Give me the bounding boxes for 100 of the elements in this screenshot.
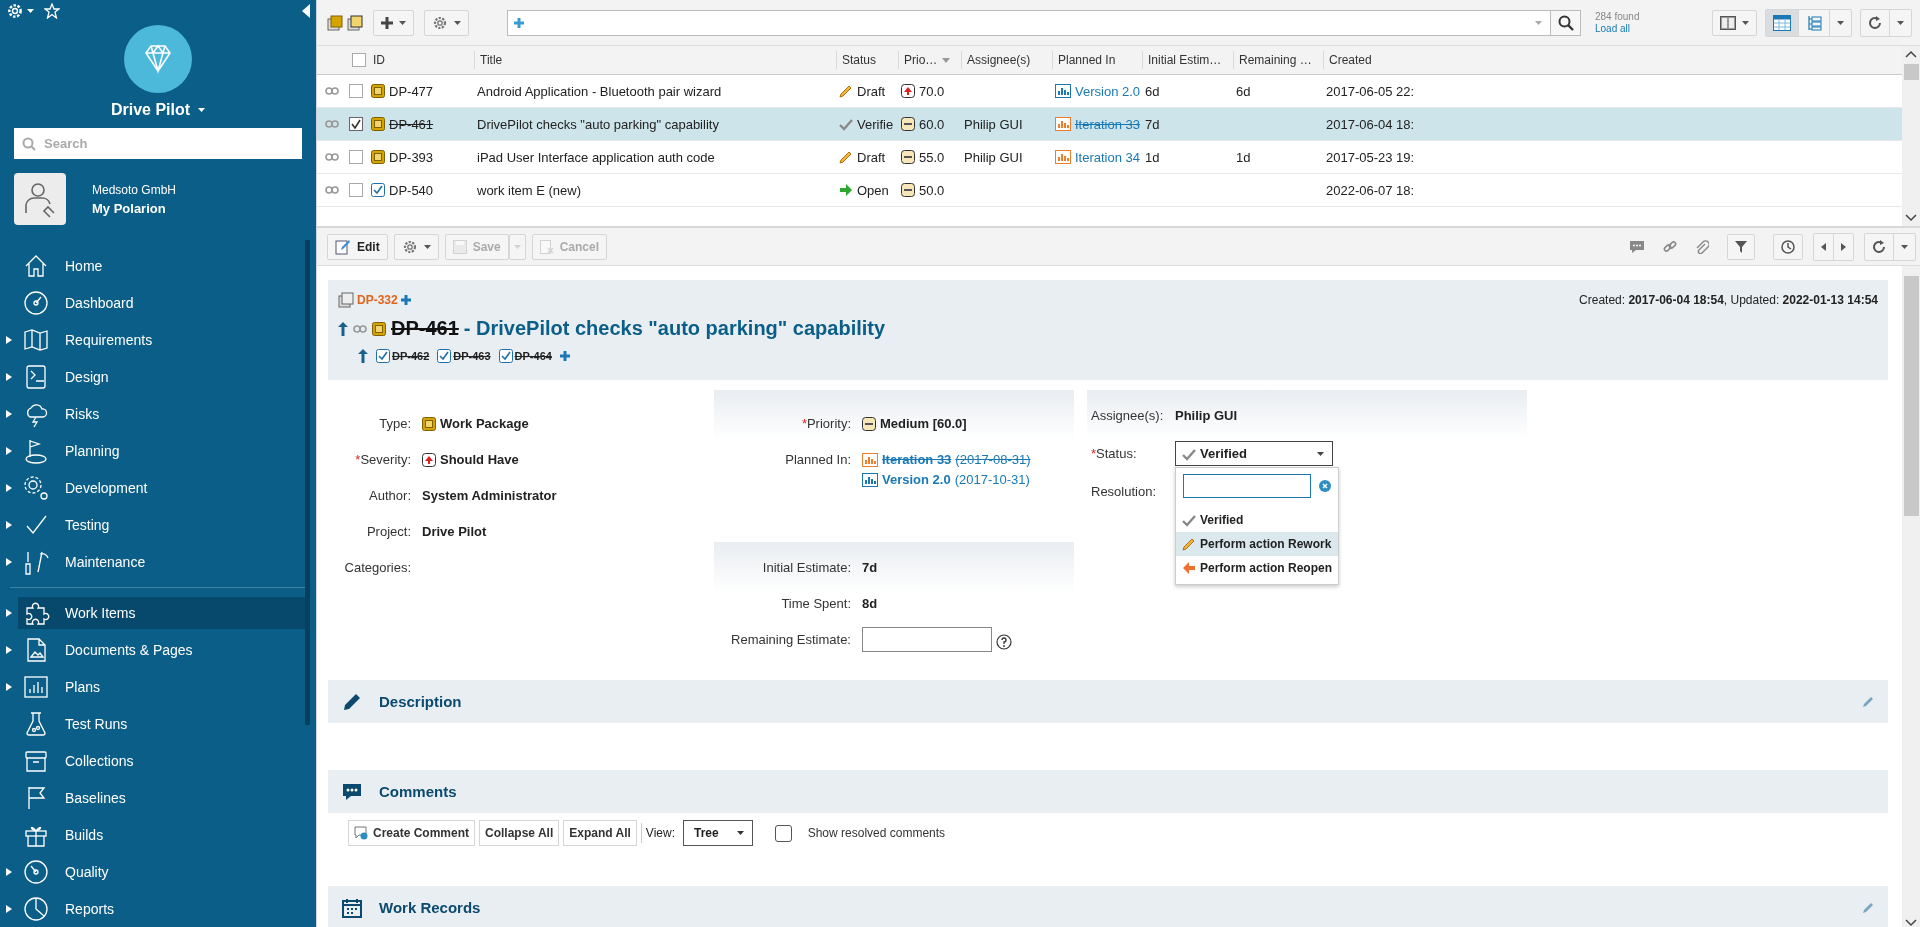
paperclip-icon[interactable] <box>1695 239 1709 254</box>
item-title[interactable]: DrivePilot checks "auto parking" capability <box>477 116 719 132</box>
item-title[interactable]: Android Application - Bluetooth pair wizard <box>477 83 722 99</box>
checkbox[interactable] <box>352 53 366 67</box>
link-icon[interactable] <box>325 86 339 96</box>
expand-icon[interactable] <box>6 372 12 381</box>
plan-link[interactable]: Iteration 34 <box>1075 149 1141 165</box>
section-header[interactable]: Work Records <box>328 886 1888 927</box>
scrollbar-thumb[interactable] <box>1903 64 1919 80</box>
nav-item[interactable]: Design <box>18 360 305 393</box>
item-id[interactable]: DP-393 <box>389 149 434 165</box>
search-field[interactable]: Search <box>14 128 302 159</box>
status-dropdown[interactable]: Verified <box>1175 441 1333 466</box>
settings-button[interactable] <box>393 233 439 260</box>
layout-button[interactable] <box>1712 9 1757 36</box>
item-id[interactable]: DP-461 <box>389 116 434 132</box>
section-header[interactable]: Description <box>328 680 1888 723</box>
table-row[interactable]: DP-461 DrivePilot checks "auto parking" capability Verifie 60.0 Philip GUI Iteration 33 7d 2017-06-04 18: <box>317 108 1902 141</box>
scroll-up-icon[interactable] <box>1905 50 1917 58</box>
scroll-down-icon[interactable] <box>1905 214 1917 222</box>
view-dropdown[interactable]: Tree <box>683 820 753 846</box>
add-icon[interactable] <box>559 351 570 361</box>
checkbox[interactable] <box>349 84 363 98</box>
column-header[interactable]: ID <box>368 51 474 69</box>
expand-icon[interactable] <box>6 608 12 617</box>
scrollbar[interactable] <box>305 240 310 725</box>
add-icon[interactable] <box>400 295 411 305</box>
plan-link[interactable]: Iteration 33 <box>882 452 952 467</box>
nav-item[interactable]: Home <box>18 249 305 282</box>
item-id[interactable]: DP-477 <box>389 83 434 99</box>
item-id[interactable]: DP-540 <box>389 182 434 198</box>
clear-icon[interactable] <box>1319 480 1331 492</box>
table-row[interactable]: DP-393 iPad User Interface application auth code Draft 55.0 Philip GUI Iteration 34 1d 1d 2017-05-23 19: <box>317 141 1902 174</box>
dropdown-option[interactable]: Verified <box>1176 508 1338 532</box>
column-header[interactable]: Planned In <box>1052 51 1142 69</box>
avatar-icon[interactable] <box>14 173 66 225</box>
nav-item[interactable]: Builds <box>18 818 305 851</box>
expand-icon[interactable] <box>6 682 12 691</box>
column-header[interactable]: Initial Estim… <box>1142 51 1233 69</box>
checkbox[interactable] <box>349 117 363 131</box>
plan-link[interactable]: Version 2.0 <box>1075 83 1141 99</box>
toolbar-button[interactable]: Create Comment <box>348 820 476 846</box>
column-header[interactable]: Prio… <box>898 51 961 69</box>
expand-icon[interactable] <box>6 867 12 876</box>
project-switcher[interactable]: Drive Pilot <box>110 101 206 119</box>
scrollbar[interactable] <box>1902 46 1920 226</box>
expand-icon[interactable] <box>6 335 12 344</box>
checkbox[interactable] <box>774 824 792 842</box>
table-row[interactable]: DP-540 work item E (new) Open 50.0 2022-06-07 18: <box>317 174 1902 207</box>
link-icon[interactable] <box>325 152 339 162</box>
star-icon[interactable] <box>44 2 60 19</box>
checkbox[interactable] <box>349 150 363 164</box>
up-arrow-icon[interactable] <box>338 321 348 336</box>
item-title[interactable]: iPad User Interface application auth code <box>477 149 715 165</box>
link-icon[interactable] <box>325 185 339 195</box>
comment-icon[interactable] <box>1629 239 1645 254</box>
document-stack-icon[interactable] <box>327 14 343 31</box>
plan-link[interactable]: Iteration 33 <box>1075 116 1141 132</box>
filter-field[interactable] <box>1183 474 1311 498</box>
nav-item[interactable]: Collections <box>18 744 305 777</box>
nav-item[interactable]: Quality <box>18 855 305 888</box>
toolbar-button[interactable]: Collapse All <box>479 820 560 846</box>
nav-item[interactable]: Dashboard <box>18 286 305 319</box>
child-link[interactable]: DP-462 <box>392 350 430 362</box>
filter-button[interactable] <box>1727 233 1755 260</box>
history-button[interactable] <box>1773 233 1803 260</box>
expand-icon[interactable] <box>6 446 12 455</box>
dropdown-option[interactable]: Perform action Rework <box>1176 532 1338 556</box>
expand-icon[interactable] <box>6 483 12 492</box>
up-arrow-icon[interactable] <box>358 349 368 363</box>
document-stack-icon[interactable] <box>347 14 363 31</box>
nav-item[interactable]: Development <box>18 471 305 504</box>
nav-item[interactable]: Planning <box>18 434 305 467</box>
dropdown-option[interactable]: Perform action Reopen <box>1176 556 1338 580</box>
nav-item[interactable]: Requirements <box>18 323 305 356</box>
expand-icon[interactable] <box>6 409 12 418</box>
section-header[interactable]: Comments <box>328 770 1888 813</box>
column-header[interactable]: Created <box>1323 51 1435 69</box>
scroll-down-icon[interactable] <box>1905 919 1917 927</box>
plan-link[interactable]: Version 2.0 <box>882 472 951 487</box>
child-link[interactable]: DP-463 <box>453 350 491 362</box>
nav-item[interactable]: Risks <box>18 397 305 430</box>
edit-button[interactable]: Edit <box>327 233 388 260</box>
nav-item[interactable]: Maintenance <box>18 545 305 578</box>
input-field[interactable] <box>862 627 992 652</box>
nav-item[interactable]: Baselines <box>18 781 305 814</box>
checkbox[interactable] <box>349 183 363 197</box>
account-link[interactable]: My Polarion <box>92 200 177 216</box>
settings-button[interactable] <box>424 9 469 36</box>
expand-icon[interactable] <box>6 904 12 913</box>
link-icon[interactable] <box>1663 239 1677 254</box>
scrollbar-thumb[interactable] <box>1903 276 1919 516</box>
nav-item[interactable]: Work Items <box>18 596 305 629</box>
nav-item[interactable]: Reports <box>18 892 305 925</box>
add-button[interactable] <box>373 9 414 36</box>
nav-item[interactable]: Test Runs <box>18 707 305 740</box>
nav-item[interactable]: Plans <box>18 670 305 703</box>
child-link[interactable]: DP-464 <box>514 350 552 362</box>
expand-icon[interactable] <box>6 520 12 529</box>
link-icon[interactable] <box>353 323 367 334</box>
